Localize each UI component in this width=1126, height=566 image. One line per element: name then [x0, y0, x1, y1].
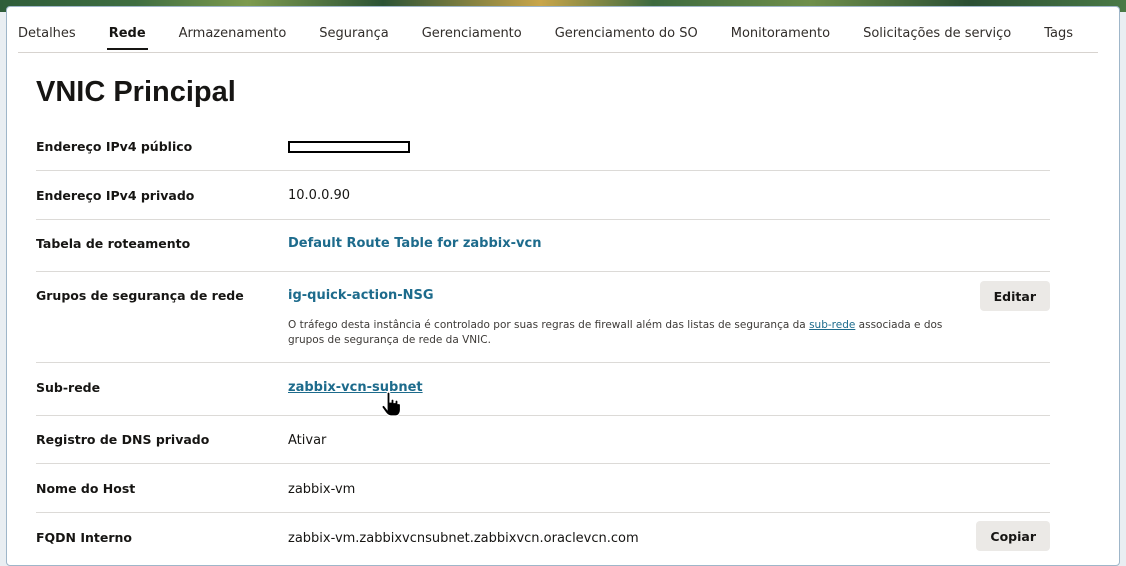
private-ipv4-value: 10.0.0.90: [288, 188, 351, 203]
detail-row-private-ipv4: Endereço IPv4 privado 10.0.0.90: [36, 171, 1050, 220]
tab-seguranca[interactable]: Segurança: [319, 14, 388, 52]
fqdn-value: zabbix-vm.zabbixvcnsubnet.zabbixvcn.orac…: [288, 531, 639, 546]
redacted-value-box: [288, 141, 410, 153]
hostname-value: zabbix-vm: [288, 482, 356, 497]
tab-monitoramento[interactable]: Monitoramento: [731, 14, 830, 52]
edit-nsg-button[interactable]: Editar: [979, 281, 1050, 311]
route-table-link[interactable]: Default Route Table for zabbix-vcn: [288, 236, 541, 251]
tab-divider: [18, 52, 1098, 53]
nsg-help-note: O tráfego desta instância é controlado p…: [288, 318, 968, 348]
tab-label: Solicitações de serviço: [863, 25, 1012, 41]
tab-label: Gerenciamento do SO: [554, 25, 698, 41]
subnet-link[interactable]: zabbix-vcn-subnet: [288, 380, 423, 395]
tab-tags[interactable]: Tags: [1044, 14, 1073, 52]
nsg-label: Grupos de segurança de rede: [36, 288, 244, 303]
nsg-note-text-before: O tráfego desta instância é controlado p…: [288, 319, 810, 331]
route-table-label: Tabela de roteamento: [36, 236, 191, 251]
tab-armazenamento[interactable]: Armazenamento: [179, 14, 287, 52]
tab-solicitacoes-de-servico[interactable]: Solicitações de serviço: [863, 14, 1011, 52]
hostname-label: Nome do Host: [36, 481, 136, 496]
detail-row-hostname: Nome do Host zabbix-vm: [36, 464, 1050, 513]
tab-bar: Detalhes Rede Armazenamento Segurança Ge…: [18, 14, 1073, 52]
detail-row-subnet: Sub-rede zabbix-vcn-subnet: [36, 363, 1050, 416]
fqdn-label: FQDN Interno: [36, 530, 133, 545]
tab-detalhes[interactable]: Detalhes: [18, 14, 76, 52]
tab-label: Gerenciamento: [421, 25, 522, 41]
tab-label: Armazenamento: [178, 25, 287, 41]
tab-gerenciamento-do-so[interactable]: Gerenciamento do SO: [555, 14, 698, 52]
detail-row-private-dns: Registro de DNS privado Ativar: [36, 416, 1050, 464]
tab-gerenciamento[interactable]: Gerenciamento: [422, 14, 522, 52]
public-ipv4-label: Endereço IPv4 público: [36, 139, 193, 154]
subnet-label: Sub-rede: [36, 380, 101, 395]
tab-label: Tags: [1044, 25, 1074, 41]
tab-label: Rede: [108, 25, 146, 41]
tab-rede[interactable]: Rede: [106, 14, 148, 52]
private-dns-label: Registro de DNS privado: [36, 432, 210, 447]
section-title: VNIC Principal: [36, 76, 236, 108]
tab-label: Monitoramento: [730, 25, 831, 41]
detail-row-public-ipv4: Endereço IPv4 público: [36, 122, 1050, 171]
nsg-note-subnet-link[interactable]: sub-rede: [809, 319, 855, 331]
detail-row-route-table: Tabela de roteamento Default Route Table…: [36, 220, 1050, 272]
detail-row-nsg: Grupos de segurança de rede ig-quick-act…: [36, 272, 1050, 363]
tab-label: Segurança: [319, 25, 389, 41]
tab-label: Detalhes: [18, 25, 76, 41]
detail-row-fqdn: FQDN Interno zabbix-vm.zabbixvcnsubnet.z…: [36, 513, 1050, 554]
nsg-link[interactable]: ig-quick-action-NSG: [288, 288, 434, 303]
private-dns-value: Ativar: [288, 433, 327, 448]
private-ipv4-label: Endereço IPv4 privado: [36, 188, 195, 203]
copy-fqdn-button[interactable]: Copiar: [976, 521, 1050, 551]
